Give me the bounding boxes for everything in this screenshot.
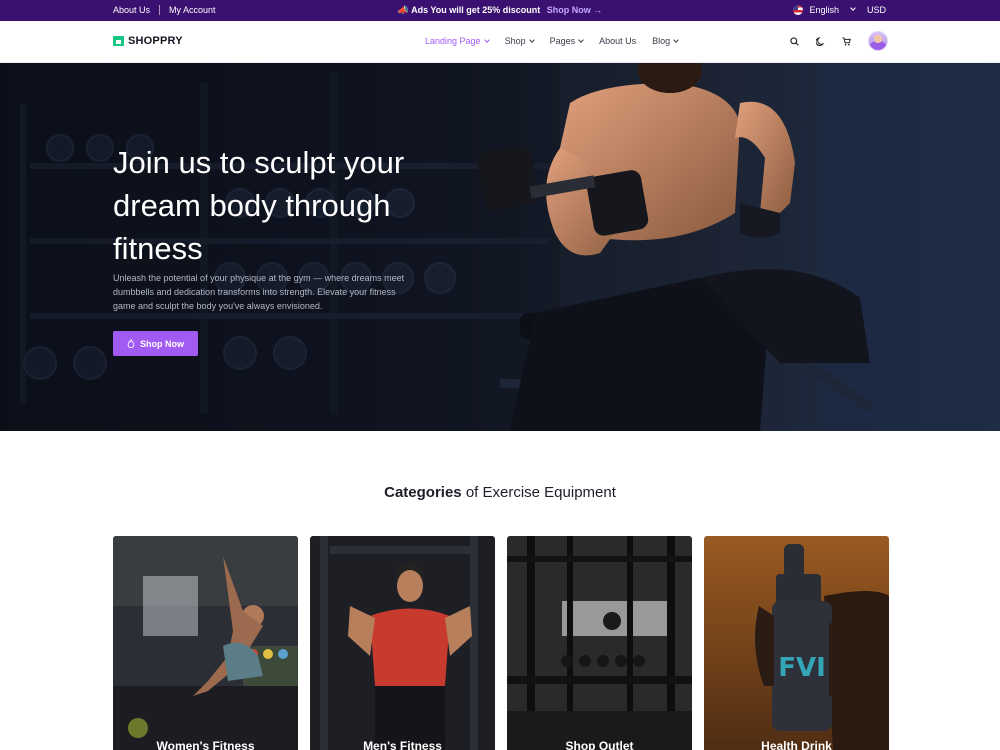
- fire-icon: [127, 339, 135, 348]
- primary-nav: Landing Page Shop Pages About Us Blog: [425, 36, 680, 46]
- health-drink-image: FVI: [704, 536, 889, 750]
- svg-text:FVI: FVI: [778, 653, 826, 683]
- mens-fitness-image: [310, 536, 495, 750]
- nav-label: Pages: [549, 36, 576, 46]
- shop-now-label: Shop Now: [140, 338, 184, 349]
- hero-description: Unleash the potential of your physique a…: [113, 273, 405, 311]
- shop-outlet-image: [507, 536, 692, 750]
- womens-fitness-image: [113, 536, 298, 750]
- search-icon[interactable]: [790, 36, 799, 46]
- megaphone-icon: 📣: [397, 5, 409, 15]
- heading-bold: Categories: [384, 484, 462, 501]
- category-card-health-drink[interactable]: FVI Health Drink: [704, 536, 889, 750]
- promo-shop-now-link[interactable]: Shop Now →: [547, 5, 603, 15]
- header-actions: [790, 31, 888, 51]
- chevron-down-icon: [673, 37, 680, 43]
- nav-landing-page[interactable]: Landing Page: [425, 36, 490, 46]
- top-promo-bar: About Us My Account 📣 Ads You will get 2…: [0, 0, 1000, 21]
- chevron-down-icon: [578, 37, 584, 43]
- promo-text: Ads You will get 25% discount: [411, 5, 541, 15]
- athlete-image: [440, 63, 1000, 431]
- avatar[interactable]: [868, 31, 888, 51]
- language-selector[interactable]: English: [809, 5, 839, 15]
- chevron-down-icon[interactable]: [850, 5, 856, 11]
- cart-icon[interactable]: [842, 36, 851, 46]
- category-label: Health Drink: [761, 739, 832, 750]
- category-cards: Women's Fitness Men's Fitness Shop Outle…: [113, 536, 889, 750]
- shop-now-button[interactable]: Shop Now: [113, 331, 198, 356]
- moon-icon[interactable]: [816, 36, 825, 46]
- nav-label: Shop: [504, 36, 526, 46]
- hero-banner: Join us to sculpt your dream body throug…: [0, 63, 1000, 431]
- us-flag-icon: [793, 5, 804, 15]
- chevron-down-icon: [483, 37, 490, 43]
- nav-about-us[interactable]: About Us: [599, 36, 636, 46]
- nav-shop[interactable]: Shop: [504, 36, 535, 46]
- nav-label: Landing Page: [425, 36, 481, 46]
- store-icon: [113, 36, 124, 46]
- category-card-shop-outlet[interactable]: Shop Outlet: [507, 536, 692, 750]
- brand-logo[interactable]: SHOPPRY: [113, 35, 183, 47]
- brand-name: SHOPPRY: [128, 35, 183, 47]
- category-label: Men's Fitness: [363, 739, 442, 750]
- locale-controls: English USD: [793, 5, 886, 15]
- main-header: SHOPPRY Landing Page Shop Pages About Us…: [0, 21, 1000, 63]
- nav-label: Blog: [652, 36, 671, 46]
- categories-heading: Categories of Exercise Equipment: [0, 484, 1000, 501]
- nav-blog[interactable]: Blog: [652, 36, 680, 46]
- chevron-down-icon: [528, 37, 535, 43]
- heading-rest: of Exercise Equipment: [465, 484, 616, 501]
- category-card-mens-fitness[interactable]: Men's Fitness: [310, 536, 495, 750]
- nav-label: About Us: [599, 36, 637, 46]
- category-label: Women's Fitness: [156, 739, 255, 750]
- nav-pages[interactable]: Pages: [550, 36, 584, 46]
- currency-selector[interactable]: USD: [867, 5, 886, 15]
- category-card-womens-fitness[interactable]: Women's Fitness: [113, 536, 298, 750]
- hero-title: Join us to sculpt your dream body throug…: [113, 145, 405, 266]
- category-label: Shop Outlet: [565, 739, 634, 750]
